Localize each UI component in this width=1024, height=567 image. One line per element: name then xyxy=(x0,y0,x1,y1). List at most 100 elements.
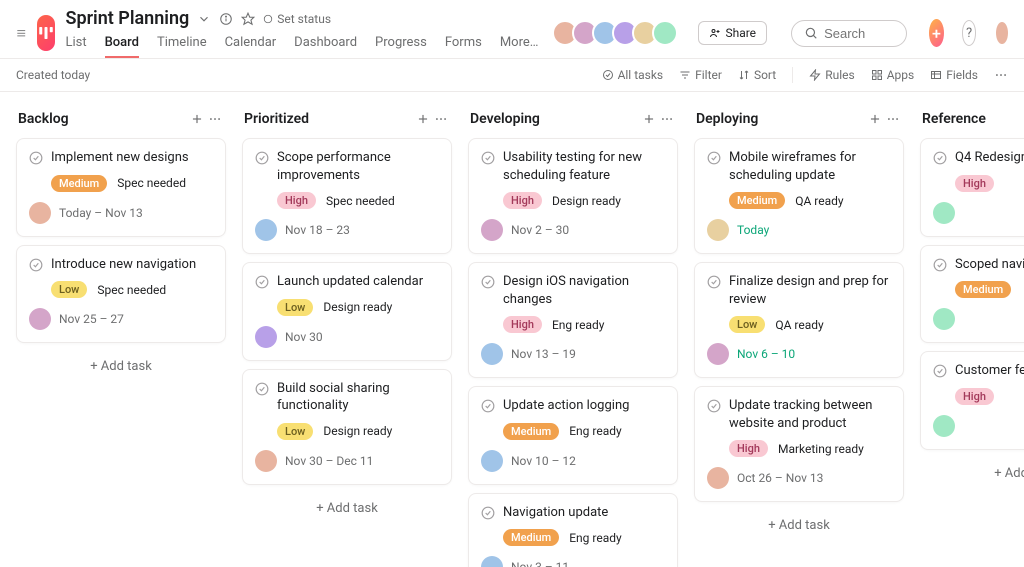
task-card[interactable]: Introduce new navigationLowSpec neededNo… xyxy=(16,245,226,344)
column-add-icon[interactable] xyxy=(866,110,884,128)
assignee-avatar[interactable] xyxy=(255,326,277,348)
tab-list[interactable]: List xyxy=(65,35,86,58)
task-title: Usability testing for new scheduling fea… xyxy=(503,149,665,184)
tab-progress[interactable]: Progress xyxy=(375,35,427,58)
column-more-icon[interactable] xyxy=(432,110,450,128)
priority-badge: Medium xyxy=(51,175,107,192)
add-task-button[interactable]: Add task xyxy=(694,510,904,541)
assignee-avatar[interactable] xyxy=(933,308,955,330)
complete-task-icon[interactable] xyxy=(255,273,269,289)
complete-task-icon[interactable] xyxy=(255,380,269,396)
task-card[interactable]: Launch updated calendarLowDesign readyNo… xyxy=(242,262,452,361)
tab-dashboard[interactable]: Dashboard xyxy=(294,35,357,58)
task-card[interactable]: Navigation updateMediumEng readyNov 3 – … xyxy=(468,493,678,567)
sort-label: Sort xyxy=(754,68,776,82)
status-label: Spec needed xyxy=(97,283,166,297)
assignee-avatar[interactable] xyxy=(707,343,729,365)
priority-badge: Low xyxy=(277,299,313,316)
column-add-icon[interactable] xyxy=(188,110,206,128)
complete-task-icon[interactable] xyxy=(481,273,495,289)
search-input[interactable] xyxy=(824,26,894,41)
task-card[interactable]: Scope performance improvementsHighSpec n… xyxy=(242,138,452,254)
assignee-avatar[interactable] xyxy=(255,450,277,472)
complete-task-icon[interactable] xyxy=(707,149,721,165)
task-title: Mobile wireframes for scheduling update xyxy=(729,149,891,184)
complete-task-icon[interactable] xyxy=(481,397,495,413)
assignee-avatar[interactable] xyxy=(481,219,503,241)
title-area: Sprint Planning Set status ListBoardTime… xyxy=(65,8,538,58)
add-task-button[interactable]: Add task xyxy=(16,351,226,382)
priority-badge: High xyxy=(277,192,316,209)
created-label: Created today xyxy=(16,68,602,82)
task-card[interactable]: Customer feedback for mHigh xyxy=(920,351,1024,450)
user-avatar[interactable] xyxy=(996,22,1008,44)
task-card[interactable]: Implement new designsMediumSpec neededTo… xyxy=(16,138,226,237)
column-add-icon[interactable] xyxy=(640,110,658,128)
task-card[interactable]: Q4 Redesign kickoff notesHigh xyxy=(920,138,1024,237)
apps-button[interactable]: Apps xyxy=(871,68,915,82)
add-task-button[interactable]: Add task xyxy=(242,493,452,524)
complete-task-icon[interactable] xyxy=(933,362,947,378)
assignee-avatar[interactable] xyxy=(481,556,503,567)
task-card[interactable]: Update tracking between website and prod… xyxy=(694,386,904,502)
assignee-avatar[interactable] xyxy=(933,415,955,437)
column-more-icon[interactable] xyxy=(658,110,676,128)
complete-task-icon[interactable] xyxy=(29,149,43,165)
rules-button[interactable]: Rules xyxy=(809,68,854,82)
assignee-avatar[interactable] xyxy=(255,219,277,241)
task-card[interactable]: Update action loggingMediumEng readyNov … xyxy=(468,386,678,485)
assignee-avatar[interactable] xyxy=(707,467,729,489)
assignee-avatar[interactable] xyxy=(933,202,955,224)
more-options-icon[interactable] xyxy=(994,68,1008,82)
complete-task-icon[interactable] xyxy=(255,149,269,165)
member-facepile[interactable] xyxy=(558,20,678,46)
tab-timeline[interactable]: Timeline xyxy=(157,35,207,58)
assignee-avatar[interactable] xyxy=(707,219,729,241)
project-tabs: List Board Timeline Calendar Dashboard Progre… xyxy=(65,35,538,58)
complete-task-icon[interactable] xyxy=(707,397,721,413)
complete-task-icon[interactable] xyxy=(933,149,947,165)
menu-icon[interactable] xyxy=(16,28,27,39)
assignee-avatar[interactable] xyxy=(29,202,51,224)
toolbar-separator xyxy=(792,67,793,83)
tab-forms[interactable]: Forms xyxy=(445,35,482,58)
task-card[interactable]: Design iOS navigation changesHighEng rea… xyxy=(468,262,678,378)
complete-task-icon[interactable] xyxy=(29,256,43,272)
sort-button[interactable]: Sort xyxy=(738,68,776,82)
tab-calendar[interactable]: Calendar xyxy=(225,35,277,58)
complete-task-icon[interactable] xyxy=(933,256,947,272)
task-card[interactable]: Build social sharing functionalityLowDes… xyxy=(242,369,452,485)
star-icon[interactable] xyxy=(241,12,255,26)
complete-task-icon[interactable] xyxy=(481,149,495,165)
task-card[interactable]: Scoped navigation updateMedium xyxy=(920,245,1024,344)
all-tasks-button[interactable]: All tasks xyxy=(602,68,664,82)
filter-button[interactable]: Filter xyxy=(679,68,722,82)
set-status-button[interactable]: Set status xyxy=(263,12,331,26)
column-more-icon[interactable] xyxy=(884,110,902,128)
global-add-button[interactable]: + xyxy=(929,19,944,47)
assignee-avatar[interactable] xyxy=(481,450,503,472)
task-card[interactable]: Usability testing for new scheduling fea… xyxy=(468,138,678,254)
info-icon[interactable] xyxy=(219,12,233,26)
column-add-icon[interactable] xyxy=(414,110,432,128)
complete-task-icon[interactable] xyxy=(481,504,495,520)
search-box[interactable] xyxy=(791,20,907,47)
tab-more[interactable]: More… xyxy=(500,35,539,58)
task-card[interactable]: Finalize design and prep for reviewLowQA… xyxy=(694,262,904,378)
share-button[interactable]: Share xyxy=(698,21,767,45)
priority-badge: High xyxy=(955,175,994,192)
fields-button[interactable]: Fields xyxy=(930,68,978,82)
task-card[interactable]: Mobile wireframes for scheduling updateM… xyxy=(694,138,904,254)
complete-task-icon[interactable] xyxy=(707,273,721,289)
task-title: Scope performance improvements xyxy=(277,149,439,184)
tab-board[interactable]: Board xyxy=(105,35,139,58)
chevron-down-icon[interactable] xyxy=(197,12,211,26)
add-task-button[interactable]: Add task xyxy=(920,458,1024,489)
task-title: Design iOS navigation changes xyxy=(503,273,665,308)
assignee-avatar[interactable] xyxy=(481,343,503,365)
fields-label: Fields xyxy=(946,68,978,82)
task-title: Update action logging xyxy=(503,397,629,415)
assignee-avatar[interactable] xyxy=(29,308,51,330)
help-button[interactable]: ? xyxy=(962,20,977,46)
column-more-icon[interactable] xyxy=(206,110,224,128)
